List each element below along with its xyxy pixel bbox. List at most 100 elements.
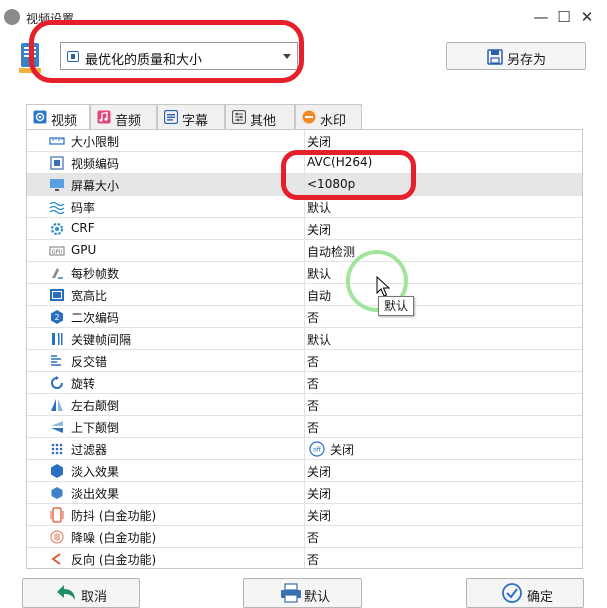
fade-out-icon: [51, 487, 63, 499]
speed-icon: [52, 268, 63, 279]
setting-value[interactable]: 自动检测: [307, 243, 355, 260]
settings-row[interactable]: 过滤器 off 关闭: [27, 438, 582, 460]
chevron-down-icon: [283, 54, 291, 59]
column-divider: [304, 240, 305, 262]
setting-value[interactable]: 否: [307, 529, 319, 546]
settings-row[interactable]: GPU GPU 自动检测: [27, 240, 582, 262]
setting-value[interactable]: 否: [307, 551, 319, 568]
setting-name: 二次编码: [71, 311, 120, 325]
column-divider: [304, 218, 305, 240]
ok-button[interactable]: 确定: [466, 578, 584, 608]
preset-selected-value: 最优化的质量和大小: [85, 53, 203, 68]
settings-row[interactable]: 反交错 否: [27, 350, 582, 372]
fade-in-icon: [51, 464, 63, 478]
close-icon[interactable]: ✕: [576, 6, 598, 28]
column-divider: [304, 482, 305, 504]
setting-value[interactable]: 否: [307, 309, 319, 326]
settings-row[interactable]: 2 二次编码 否: [27, 306, 582, 328]
setting-value[interactable]: 默认: [307, 331, 331, 348]
setting-value[interactable]: 关闭: [307, 463, 331, 480]
setting-value[interactable]: 否: [307, 375, 319, 392]
column-divider: [304, 284, 305, 306]
column-divider: [304, 438, 305, 460]
setting-name: 屏幕大小: [71, 179, 120, 193]
setting-value[interactable]: 否: [307, 419, 319, 436]
setting-name: 上下颠倒: [71, 421, 120, 435]
column-divider: [304, 372, 305, 394]
settings-row[interactable]: 屏幕大小 <1080p: [27, 174, 582, 196]
setting-value[interactable]: <1080p: [307, 177, 355, 191]
setting-name: 旋转: [71, 377, 96, 391]
tab-subtitles[interactable]: 字幕: [157, 104, 225, 129]
settings-row[interactable]: 淡入效果 关闭: [27, 460, 582, 482]
setting-value[interactable]: 关闭: [307, 133, 331, 150]
svg-text:2: 2: [54, 313, 59, 322]
settings-row[interactable]: 上下颠倒 否: [27, 416, 582, 438]
minimize-icon[interactable]: —: [530, 6, 552, 28]
settings-row[interactable]: 视频编码 AVC(H264): [27, 152, 582, 174]
video-icon: [33, 110, 47, 124]
column-divider: [304, 130, 305, 152]
setting-name: 降噪 (白金功能): [71, 531, 157, 545]
settings-row[interactable]: 防抖 (白金功能) 关闭: [27, 504, 582, 526]
gear-icon: [50, 222, 64, 236]
setting-name: 过滤器: [71, 443, 108, 457]
preset-dropdown[interactable]: 最优化的质量和大小: [60, 42, 298, 70]
tab-other[interactable]: 其他: [225, 104, 295, 129]
setting-name: 宽高比: [71, 289, 108, 303]
column-divider: [304, 306, 305, 328]
setting-name: 反交错: [71, 355, 108, 369]
settings-row[interactable]: 降噪 (白金功能) 否: [27, 526, 582, 548]
setting-name: 淡入效果: [71, 465, 120, 479]
settings-row[interactable]: 大小限制 关闭: [27, 130, 582, 152]
setting-name: 每秒帧数: [71, 267, 120, 281]
window-title: 视频设置: [26, 12, 75, 26]
back-arrow-icon: [57, 585, 75, 600]
settings-row[interactable]: 关键帧间隔 默认: [27, 328, 582, 350]
column-divider: [304, 174, 305, 196]
printer-icon: [281, 583, 301, 603]
tab-watermark[interactable]: 水印: [295, 104, 362, 129]
cancel-button[interactable]: 取消: [22, 578, 140, 608]
column-divider: [304, 196, 305, 218]
setting-value[interactable]: 默认: [307, 199, 331, 216]
default-button[interactable]: 默认: [243, 578, 362, 608]
aspect-icon: [50, 289, 64, 301]
settings-row[interactable]: 旋转 否: [27, 372, 582, 394]
settings-row[interactable]: CRF 关闭: [27, 218, 582, 240]
column-divider: [304, 526, 305, 548]
column-divider: [304, 548, 305, 568]
setting-value[interactable]: 默认: [307, 265, 331, 282]
settings-row[interactable]: 反向 (白金功能) 否: [27, 548, 582, 568]
setting-value[interactable]: AVC(H264): [307, 155, 372, 169]
video-settings-grid: 大小限制 关闭 视频编码 AVC(H264) 屏幕大小 <1080p 码率 默认 CRF 关闭 GP…: [26, 129, 583, 569]
setting-value[interactable]: 自动: [307, 287, 331, 304]
column-divider: [304, 350, 305, 372]
setting-value[interactable]: 关闭: [307, 507, 331, 524]
setting-name: 码率: [71, 201, 96, 215]
chip-icon: [50, 156, 64, 170]
setting-value[interactable]: 关闭: [307, 485, 331, 502]
setting-name: 反向 (白金功能): [71, 553, 157, 567]
tab-video[interactable]: 视频: [26, 104, 90, 130]
setting-value[interactable]: 关闭: [330, 441, 354, 458]
column-divider: [304, 504, 305, 526]
off-toggle-icon: off: [309, 441, 325, 457]
setting-value[interactable]: 否: [307, 353, 319, 370]
rotate-icon: [51, 376, 63, 389]
setting-value[interactable]: 关闭: [307, 221, 331, 238]
two-pass-icon: 2: [51, 310, 63, 324]
maximize-icon[interactable]: ☐: [553, 6, 575, 28]
settings-row[interactable]: 左右颠倒 否: [27, 394, 582, 416]
svg-text:GPU: GPU: [52, 250, 63, 256]
gpu-icon: GPU: [49, 246, 65, 256]
setting-value[interactable]: 否: [307, 397, 319, 414]
settings-row[interactable]: 每秒帧数 默认: [27, 262, 582, 284]
settings-row[interactable]: 码率 默认: [27, 196, 582, 218]
save-as-button[interactable]: 另存为: [446, 42, 586, 70]
tab-audio[interactable]: 音频: [90, 104, 157, 129]
settings-row[interactable]: 淡出效果 关闭: [27, 482, 582, 504]
column-divider: [304, 328, 305, 350]
title-bar: 视频设置 — ☐ ✕: [0, 0, 607, 34]
settings-row[interactable]: 宽高比 自动: [27, 284, 582, 306]
